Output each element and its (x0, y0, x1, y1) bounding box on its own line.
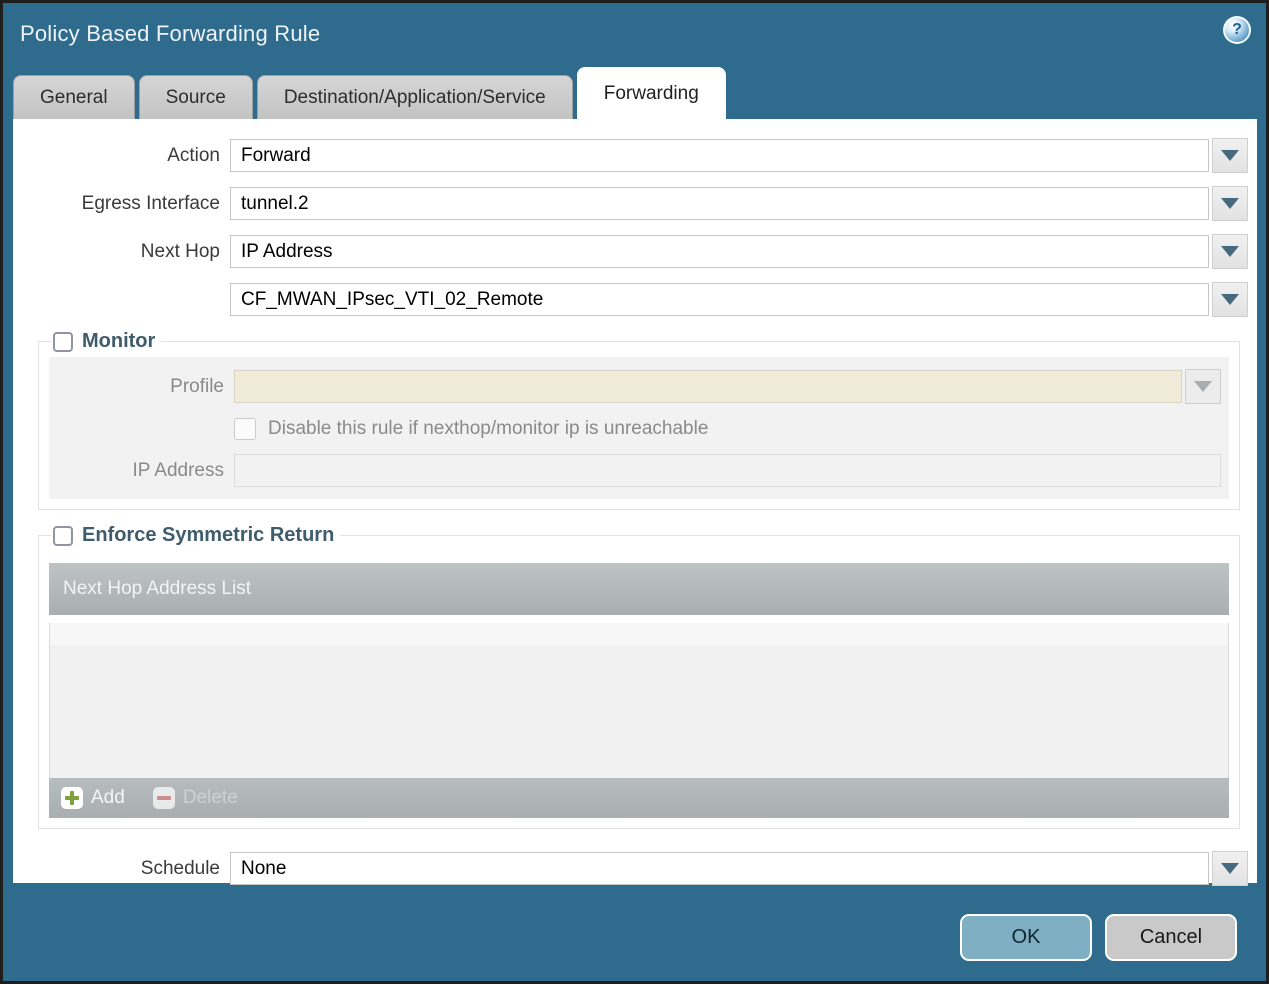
egress-interface-label: Egress Interface (81, 192, 220, 214)
next-hop-address-list-table: Next Hop Address List Add Delete (49, 563, 1229, 818)
action-field[interactable]: Forward (230, 139, 1209, 172)
table-toolbar: Add Delete (49, 778, 1229, 818)
chevron-down-icon (1221, 150, 1239, 161)
table-header: Next Hop Address List (49, 563, 1229, 615)
chevron-down-icon (1194, 381, 1212, 392)
action-row: Action Forward (23, 138, 1248, 173)
action-label: Action (167, 144, 220, 166)
enforce-symmetric-return-section: Enforce Symmetric Return Next Hop Addres… (38, 524, 1240, 829)
schedule-row: Schedule None (23, 851, 1248, 886)
chevron-down-icon (1221, 863, 1239, 874)
schedule-dropdown-button[interactable] (1212, 851, 1248, 886)
help-glyph: ? (1232, 21, 1242, 38)
monitor-section: Monitor Profile Disable this rule if nex… (38, 330, 1240, 510)
chevron-down-icon (1221, 294, 1239, 305)
disable-rule-row: Disable this rule if nexthop/monitor ip … (234, 418, 1221, 440)
chevron-down-icon (1221, 198, 1239, 209)
tab-bar: General Source Destination/Application/S… (13, 67, 1266, 119)
enforce-symmetric-return-label: Enforce Symmetric Return (82, 524, 335, 546)
next-hop-address-dropdown-button[interactable] (1212, 282, 1248, 317)
delete-button: Delete (152, 787, 238, 809)
tab-destination-application-service[interactable]: Destination/Application/Service (256, 75, 573, 119)
monitor-section-label: Monitor (82, 330, 156, 352)
next-hop-dropdown-button[interactable] (1212, 234, 1248, 269)
monitor-panel: Profile Disable this rule if nexthop/mon… (49, 357, 1229, 499)
delete-button-label: Delete (182, 787, 238, 808)
monitor-ip-address-row: IP Address (49, 454, 1221, 487)
tab-general[interactable]: General (13, 75, 135, 119)
disable-rule-checkbox (234, 418, 256, 440)
forwarding-tab-panel: Action Forward Egress Interface tunnel.2… (13, 119, 1257, 886)
schedule-label: Schedule (140, 857, 220, 879)
schedule-field[interactable]: None (230, 852, 1209, 885)
disable-rule-label: Disable this rule if nexthop/monitor ip … (268, 418, 709, 439)
chevron-down-icon (1221, 246, 1239, 257)
dialog-title: Policy Based Forwarding Rule (20, 21, 321, 46)
next-hop-label: Next Hop (140, 240, 220, 262)
egress-interface-row: Egress Interface tunnel.2 (23, 186, 1248, 221)
enforce-symmetric-return-checkbox[interactable] (53, 525, 73, 546)
plus-icon (61, 787, 83, 809)
monitor-checkbox[interactable] (53, 331, 73, 352)
table-body[interactable] (49, 623, 1229, 778)
next-hop-type-field[interactable]: IP Address (230, 235, 1209, 268)
profile-row: Profile (49, 369, 1221, 404)
action-dropdown-button[interactable] (1212, 138, 1248, 173)
ok-button[interactable]: OK (960, 914, 1092, 961)
minus-icon (152, 787, 175, 809)
next-hop-address-list-header: Next Hop Address List (63, 578, 251, 599)
tab-source[interactable]: Source (138, 75, 253, 119)
next-hop-address-field[interactable]: CF_MWAN_IPsec_VTI_02_Remote (230, 283, 1209, 316)
help-icon[interactable]: ? (1223, 16, 1251, 44)
monitor-ip-address-field (234, 454, 1221, 487)
profile-dropdown-button (1185, 369, 1221, 404)
egress-interface-field[interactable]: tunnel.2 (230, 187, 1209, 220)
next-hop-row: Next Hop IP Address (23, 234, 1248, 269)
empty-row (50, 623, 1228, 647)
cancel-button[interactable]: Cancel (1105, 914, 1237, 961)
profile-label: Profile (170, 375, 224, 397)
dialog-titlebar: Policy Based Forwarding Rule ? (3, 3, 1266, 69)
tab-forwarding[interactable]: Forwarding (576, 67, 726, 119)
dialog-footer: OK Cancel (3, 883, 1266, 961)
profile-field (234, 370, 1182, 403)
add-button[interactable]: Add (61, 787, 125, 809)
egress-interface-dropdown-button[interactable] (1212, 186, 1248, 221)
monitor-ip-address-label: IP Address (132, 459, 224, 481)
next-hop-address-row: CF_MWAN_IPsec_VTI_02_Remote (23, 282, 1248, 317)
add-button-label: Add (91, 787, 125, 808)
